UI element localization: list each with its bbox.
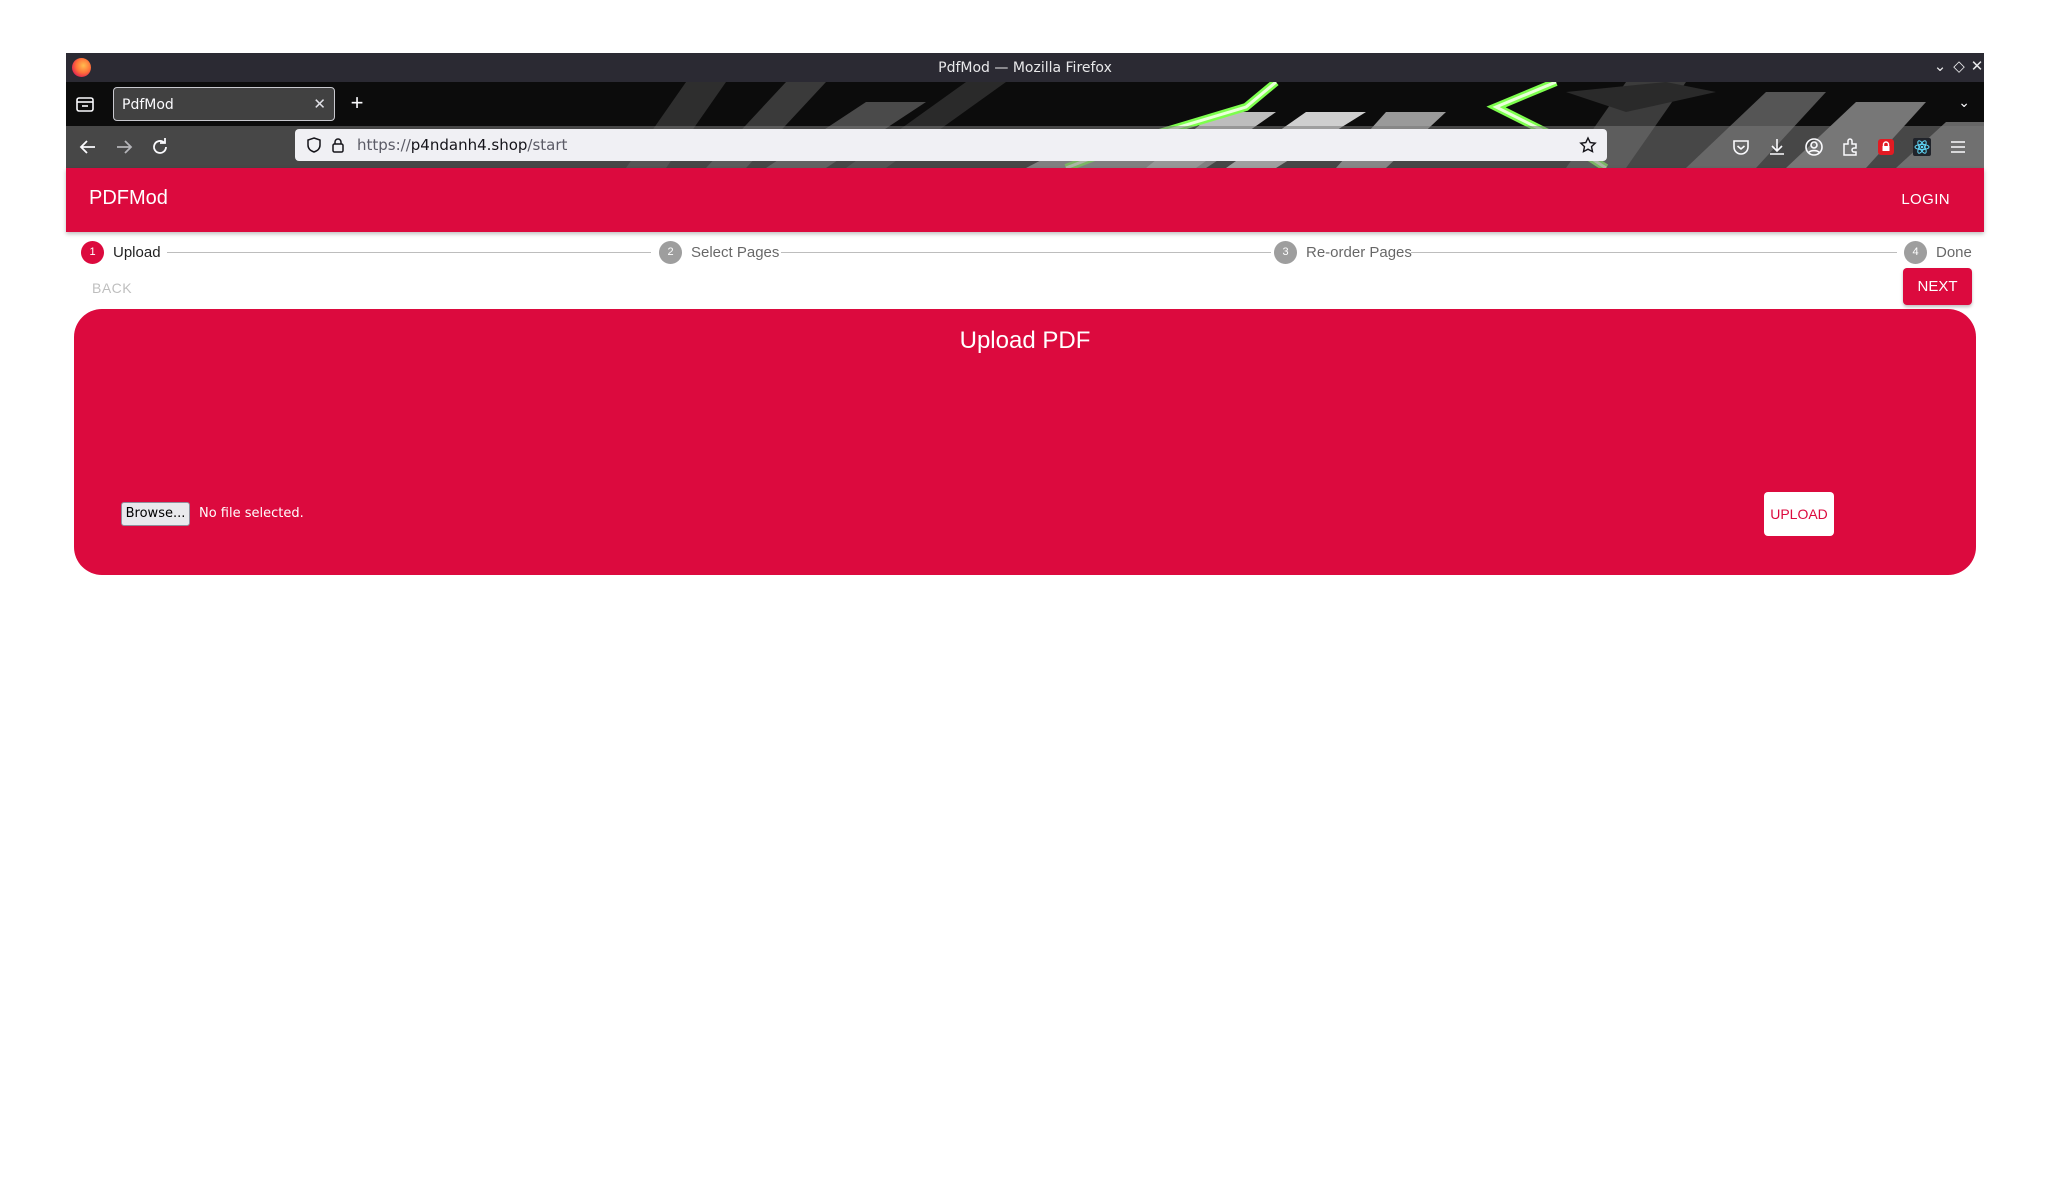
url-bar[interactable]: https://p4ndanh4.shop/start — [295, 129, 1607, 161]
step-number: 4 — [1904, 240, 1927, 264]
step-label: Done — [1936, 243, 1972, 261]
forward-arrow-icon[interactable] — [112, 135, 136, 159]
upload-title: Upload PDF — [959, 327, 1091, 354]
maximize-icon[interactable]: ◇ — [1949, 57, 1969, 77]
close-window-icon[interactable]: ✕ — [1967, 57, 1987, 77]
reload-icon[interactable] — [148, 135, 172, 159]
step-reorder-pages: 3 Re-order Pages — [1274, 240, 1412, 264]
menu-hamburger-icon[interactable] — [1947, 136, 1969, 158]
file-status-text: No file selected. — [199, 506, 304, 521]
pocket-icon[interactable] — [1730, 136, 1752, 158]
new-tab-icon[interactable]: + — [345, 91, 369, 115]
window-title: PdfMod — Mozilla Firefox — [938, 60, 1112, 76]
step-select-pages: 2 Select Pages — [659, 240, 779, 264]
shield-icon[interactable] — [305, 136, 323, 154]
step-connector — [167, 252, 651, 253]
react-devtools-icon[interactable] — [1911, 136, 1933, 158]
tab-list-icon[interactable] — [74, 93, 96, 115]
title-bar: PdfMod — Mozilla Firefox ⌄ ◇ ✕ — [66, 53, 1984, 82]
lock-extension-icon[interactable] — [1875, 136, 1897, 158]
tab-bar: PdfMod ✕ + ⌄ — [66, 82, 1984, 126]
login-button[interactable]: LOGIN — [1901, 191, 1950, 208]
browse-button[interactable]: Browse... — [121, 502, 190, 526]
account-icon[interactable] — [1803, 136, 1825, 158]
next-button[interactable]: NEXT — [1903, 268, 1972, 305]
minimize-icon[interactable]: ⌄ — [1930, 57, 1950, 77]
back-button[interactable]: BACK — [86, 276, 138, 300]
app-bar: PDFMod LOGIN — [66, 168, 1984, 232]
browser-window: PdfMod — Mozilla Firefox ⌄ ◇ ✕ PdfMod ✕ … — [66, 53, 1984, 575]
step-label: Upload — [113, 243, 161, 261]
page-content: PDFMod LOGIN 1 Upload 2 Select Pages 3 R… — [66, 168, 1984, 575]
url-host: p4ndanh4.shop — [410, 136, 528, 154]
extensions-icon[interactable] — [1839, 136, 1861, 158]
step-connector — [781, 252, 1271, 253]
step-number: 1 — [81, 240, 104, 264]
step-connector — [1411, 252, 1897, 253]
lock-icon[interactable] — [329, 136, 347, 154]
step-done: 4 Done — [1904, 240, 1972, 264]
app-brand[interactable]: PDFMod — [89, 187, 168, 210]
url-prefix: https:// — [357, 136, 411, 154]
step-number: 3 — [1274, 240, 1297, 264]
browser-chrome: PdfMod ✕ + ⌄ https://p4ndanh4.shop/start — [66, 82, 1984, 168]
step-number: 2 — [659, 240, 682, 264]
step-upload: 1 Upload — [81, 240, 161, 264]
url-path: /start — [527, 136, 568, 154]
back-arrow-icon[interactable] — [76, 135, 100, 159]
nav-bar: https://p4ndanh4.shop/start — [66, 126, 1984, 168]
upload-card: Upload PDF Browse... No file selected. U… — [74, 309, 1976, 575]
stepper: 1 Upload 2 Select Pages 3 Re-order Pages… — [66, 236, 1984, 268]
tab-title: PdfMod — [122, 97, 174, 113]
step-label: Select Pages — [691, 243, 780, 261]
downloads-icon[interactable] — [1766, 136, 1788, 158]
upload-button[interactable]: UPLOAD — [1764, 492, 1834, 536]
tab-pdfmod[interactable]: PdfMod ✕ — [113, 87, 335, 121]
url-text[interactable]: https://p4ndanh4.shop/start — [357, 136, 567, 154]
list-all-tabs-icon[interactable]: ⌄ — [1958, 94, 1970, 111]
tab-close-icon[interactable]: ✕ — [313, 95, 326, 113]
step-label: Re-order Pages — [1306, 243, 1412, 261]
bookmark-star-icon[interactable] — [1579, 136, 1597, 154]
